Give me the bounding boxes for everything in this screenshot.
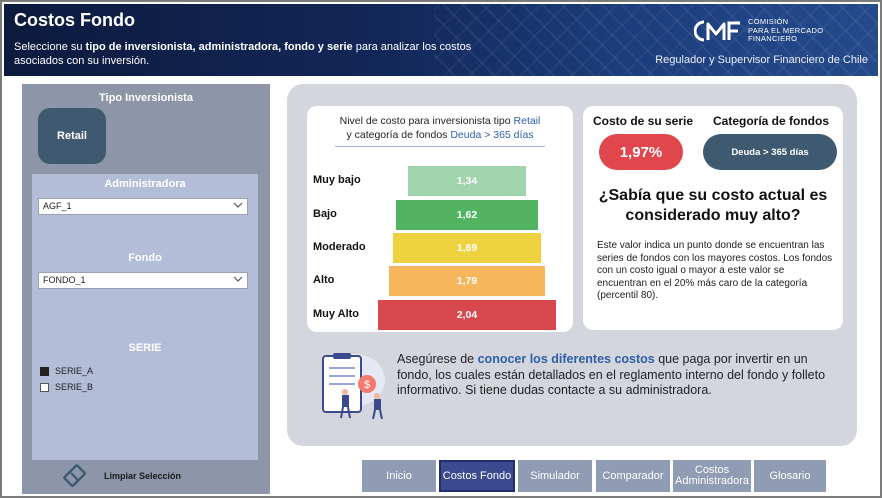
pyramid-title: Nivel de costo para inversionista tipo R… [307, 114, 573, 147]
serie-option-label: SERIE_A [55, 366, 94, 376]
admin-label: Administradora [104, 178, 186, 190]
investor-type-retail-button[interactable]: Retail [38, 108, 106, 164]
cost-summary-card: Costo de su serie Categoría de fondos 1,… [583, 106, 843, 330]
fund-select[interactable]: FONDO_1 [38, 272, 248, 289]
cmf-logo-text: COMISIÓN PARA EL MERCADO FINANCIERO [748, 17, 824, 43]
fund-category-label: Categoría de fondos [713, 114, 830, 128]
serie-option-b[interactable]: SERIE_B [40, 382, 93, 392]
cmf-logo-icon [694, 20, 740, 42]
eraser-icon [63, 464, 86, 487]
checkbox-unchecked[interactable] [40, 382, 49, 392]
cost-explanation: Este valor indica un punto donde se encu… [597, 240, 833, 301]
level-bar: 1,62 [396, 200, 538, 230]
level-bar: 1,34 [408, 166, 526, 196]
nav-comparador[interactable]: Comparador [596, 460, 670, 492]
level-bar: 2,04 [378, 300, 556, 330]
nav-costos-fondo[interactable]: Costos Fondo [439, 460, 515, 492]
main-panel: Nivel de costo para inversionista tipo R… [287, 84, 857, 446]
level-name: Moderado [313, 241, 366, 253]
page-subtitle: Seleccione su tipo de inversionista, adm… [14, 41, 472, 67]
svg-text:$: $ [364, 379, 370, 391]
level-name: Alto [313, 274, 335, 286]
admin-select[interactable]: AGF_1 [38, 198, 248, 215]
pyramid-level-muy-alto: Muy Alto 2,04 [307, 300, 573, 330]
pyramid-level-moderado: Moderado 1,69 [307, 233, 573, 263]
cost-question: ¿Sabía que su costo actual es considerad… [598, 187, 828, 224]
filter-box: Administradora AGF_1 Fondo FONDO_1 SERIE… [32, 174, 258, 460]
fund-category-badge: Deuda > 365 días [703, 134, 837, 170]
nav-simulador[interactable]: Simulador [518, 460, 592, 492]
series-cost-badge: 1,97% [599, 134, 683, 170]
pyramid-level-muy-bajo: Muy bajo 1,34 [307, 166, 573, 196]
fund-label: Fondo [128, 252, 162, 264]
pyramid-level-bajo: Bajo 1,62 [307, 200, 573, 230]
cost-info-text: Asegúrese de conocer los diferentes cost… [397, 352, 826, 397]
checklist-people-illustration-icon: $ [322, 353, 385, 420]
level-name: Bajo [313, 208, 337, 220]
clear-selection-label: Limpiar Selección [104, 471, 182, 481]
serie-label: SERIE [128, 342, 162, 354]
checkbox-checked[interactable] [40, 366, 49, 376]
level-name: Muy bajo [313, 174, 361, 186]
pyramid-level-alto: Alto 1,79 [307, 266, 573, 296]
nav-costos-administradora[interactable]: Costos Administradora [673, 460, 751, 492]
series-cost-label: Costo de su serie [593, 114, 694, 128]
clear-selection-button[interactable]: Limpiar Selección [62, 464, 181, 488]
chevron-down-icon [233, 276, 243, 282]
fund-select-value: FONDO_1 [43, 275, 86, 285]
nav-glosario[interactable]: Glosario [754, 460, 826, 492]
page-title: Costos Fondo [14, 10, 135, 30]
chevron-down-icon [233, 202, 243, 208]
cost-pyramid-card: Nivel de costo para inversionista tipo R… [307, 106, 573, 332]
header-banner: Costos Fondo Seleccione su tipo de inver… [4, 4, 878, 76]
serie-option-label: SERIE_B [55, 382, 94, 392]
level-bar: 1,79 [389, 266, 545, 296]
admin-select-value: AGF_1 [43, 201, 72, 211]
nav-inicio[interactable]: Inicio [362, 460, 436, 492]
investor-type-label: Tipo Inversionista [99, 92, 193, 104]
cmf-tagline: Regulador y Supervisor Financiero de Chi… [655, 54, 868, 66]
level-name: Muy Alto [313, 308, 360, 320]
level-bar: 1,69 [393, 233, 541, 263]
serie-option-a[interactable]: SERIE_A [40, 366, 93, 376]
filter-panel: Tipo Inversionista Retail Administradora… [22, 84, 270, 494]
